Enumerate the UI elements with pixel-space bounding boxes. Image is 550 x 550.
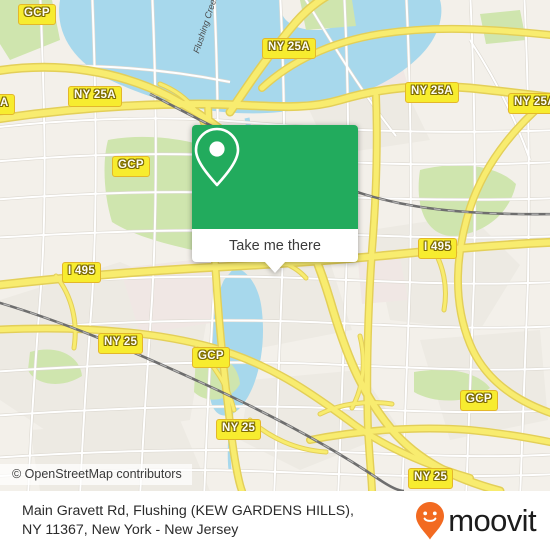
shield-ny25a-right: NY 25A [405, 82, 459, 103]
shield-gcp-mid-left: GCP [112, 156, 150, 177]
place-address-line1: Main Gravett Rd, Flushing (KEW GARDENS H… [22, 502, 354, 519]
shield-partial-left-edge: A [0, 94, 15, 115]
place-address-line2: NY 11367, New York - New Jersey [22, 521, 239, 538]
shield-i495-right: I 495 [418, 238, 458, 259]
moovit-logo[interactable]: moovit [415, 501, 537, 541]
shield-ny25a-left: NY 25A [68, 86, 122, 107]
shield-gcp-top-left: GCP [18, 4, 56, 25]
take-me-there-label: Take me there [229, 237, 321, 254]
map-screenshot: GCP NY 25A NY 25A A NY 25A NY 25A GCP I 495 I 49… [0, 0, 550, 550]
bottom-info-bar: Main Gravett Rd, Flushing (KEW GARDENS H… [0, 491, 550, 550]
map-pin-icon [194, 127, 240, 187]
popup-pointer-tail [264, 261, 286, 273]
shield-ny25-left: NY 25 [98, 333, 144, 354]
map-attribution[interactable]: © OpenStreetMap contributors [0, 464, 192, 485]
map-canvas[interactable]: GCP NY 25A NY 25A A NY 25A NY 25A GCP I 495 I 49… [0, 0, 550, 491]
place-address: Main Gravett Rd, Flushing (KEW GARDENS H… [22, 502, 415, 540]
shield-ny25-bottom: NY 25 [216, 419, 262, 440]
shield-ny25-bottom-right: NY 25 [408, 468, 454, 489]
shield-gcp-right: GCP [460, 390, 498, 411]
moovit-smiley-pin-icon [416, 501, 445, 539]
shield-ny25a-top: NY 25A [262, 38, 316, 59]
moovit-wordmark: moovit [448, 502, 536, 538]
shield-gcp-center: GCP [192, 347, 230, 368]
location-popup-card[interactable]: Take me there [192, 125, 358, 273]
shield-ny25a-far-right: NY 25A [508, 93, 550, 114]
shield-i495-left: I 495 [62, 262, 102, 283]
popup-image-panel [192, 125, 358, 229]
popup-action-bar[interactable]: Take me there [192, 229, 358, 262]
